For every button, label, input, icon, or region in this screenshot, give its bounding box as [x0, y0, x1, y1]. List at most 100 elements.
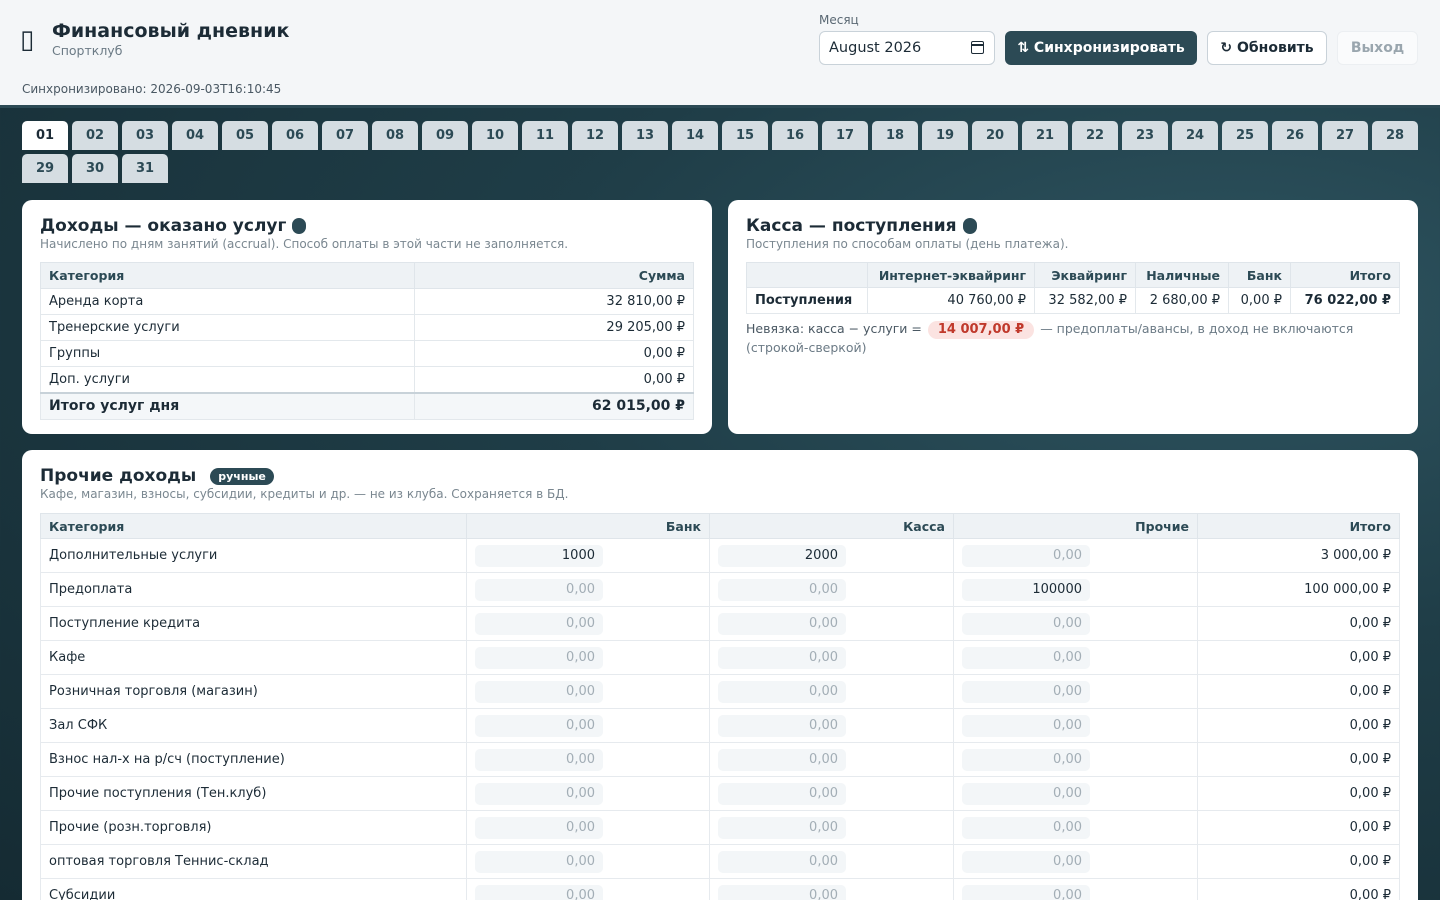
value-cell: 2 680,00 ₽	[1135, 287, 1229, 314]
month-picker[interactable]: August 2026	[819, 31, 995, 65]
col-cash: Наличные	[1135, 262, 1229, 288]
col-blank	[746, 262, 868, 288]
cash-amount-input[interactable]: 0,00	[718, 884, 846, 900]
bank-amount-input[interactable]: 0,00	[475, 680, 603, 703]
cash-amount-input[interactable]: 0,00	[718, 646, 846, 669]
tab-day-29[interactable]: 29	[22, 154, 68, 183]
other-amount-input[interactable]: 100000	[962, 578, 1090, 601]
services-title: Доходы — оказано услуг	[40, 216, 307, 236]
tab-day-14[interactable]: 14	[672, 121, 718, 150]
tab-day-02[interactable]: 02	[72, 121, 118, 150]
other-amount-input[interactable]: 0,00	[962, 714, 1090, 737]
tab-day-15[interactable]: 15	[722, 121, 768, 150]
tab-day-13[interactable]: 13	[622, 121, 668, 150]
tab-day-31[interactable]: 31	[122, 154, 168, 183]
refresh-button[interactable]: ↻ Обновить	[1207, 31, 1327, 65]
cash-input-cell: 0,00	[709, 878, 954, 900]
tab-day-12[interactable]: 12	[572, 121, 618, 150]
tab-day-19[interactable]: 19	[922, 121, 968, 150]
cash-amount-input[interactable]: 0,00	[718, 850, 846, 873]
cash-amount-input[interactable]: 0,00	[718, 714, 846, 737]
tab-day-20[interactable]: 20	[972, 121, 1018, 150]
tab-day-22[interactable]: 22	[1072, 121, 1118, 150]
tab-day-17[interactable]: 17	[822, 121, 868, 150]
cash-amount-input[interactable]: 0,00	[718, 782, 846, 805]
sum-cell: 32 810,00 ₽	[414, 288, 694, 315]
services-card: Доходы — оказано услуг Начислено по дням…	[22, 200, 712, 434]
bank-amount-input[interactable]: 0,00	[475, 646, 603, 669]
col-total: Итого	[1197, 513, 1400, 539]
bank-input-cell: 0,00	[466, 742, 710, 777]
col-other: Прочие	[953, 513, 1198, 539]
bank-amount-input[interactable]: 0,00	[475, 748, 603, 771]
tab-day-28[interactable]: 28	[1372, 121, 1418, 150]
cash-amount-input[interactable]: 0,00	[718, 578, 846, 601]
tab-day-25[interactable]: 25	[1222, 121, 1268, 150]
category-cell: Тренерские услуги	[40, 314, 415, 341]
cash-amount-input[interactable]: 0,00	[718, 816, 846, 839]
tab-day-08[interactable]: 08	[372, 121, 418, 150]
other-amount-input[interactable]: 0,00	[962, 612, 1090, 635]
cash-title-text: Касса — поступления	[746, 216, 957, 236]
other-input-cell: 0,00	[953, 538, 1198, 573]
tab-day-04[interactable]: 04	[172, 121, 218, 150]
tab-day-09[interactable]: 09	[422, 121, 468, 150]
cash-amount-input[interactable]: 0,00	[718, 748, 846, 771]
other-amount-input[interactable]: 0,00	[962, 646, 1090, 669]
bank-amount-input[interactable]: 0,00	[475, 884, 603, 900]
table-row: Предоплата 0,00 0,00 100000 100 000,00 ₽	[40, 572, 1400, 607]
tab-day-11[interactable]: 11	[522, 121, 568, 150]
table-row: Прочие (розн.торговля) 0,00 0,00 0,00 0,00 ₽	[40, 810, 1400, 845]
bank-amount-input[interactable]: 0,00	[475, 578, 603, 601]
bank-amount-input[interactable]: 0,00	[475, 714, 603, 737]
calendar-icon[interactable]	[971, 41, 984, 54]
tab-day-27[interactable]: 27	[1322, 121, 1368, 150]
tab-day-06[interactable]: 06	[272, 121, 318, 150]
col-category: Категория	[40, 262, 415, 289]
tab-day-24[interactable]: 24	[1172, 121, 1218, 150]
sync-button[interactable]: ⇅ Синхронизировать	[1005, 31, 1197, 65]
tab-day-10[interactable]: 10	[472, 121, 518, 150]
bank-amount-input[interactable]: 0,00	[475, 816, 603, 839]
tab-day-07[interactable]: 07	[322, 121, 368, 150]
cash-amount-input[interactable]: 0,00	[718, 612, 846, 635]
other-amount-input[interactable]: 0,00	[962, 816, 1090, 839]
bank-amount-input[interactable]: 0,00	[475, 782, 603, 805]
other-amount-input[interactable]: 0,00	[962, 782, 1090, 805]
logout-button[interactable]: Выход	[1337, 31, 1418, 65]
cash-title: Касса — поступления	[746, 216, 977, 236]
cash-input-cell: 2000	[709, 538, 954, 573]
info-icon[interactable]	[292, 218, 307, 234]
other-amount-input[interactable]: 0,00	[962, 748, 1090, 771]
cash-amount-input[interactable]: 0,00	[718, 680, 846, 703]
tab-day-26[interactable]: 26	[1272, 121, 1318, 150]
tab-day-16[interactable]: 16	[772, 121, 818, 150]
category-cell: Аренда корта	[40, 288, 415, 315]
other-amount-input[interactable]: 0,00	[962, 680, 1090, 703]
tab-day-03[interactable]: 03	[122, 121, 168, 150]
cash-input-cell: 0,00	[709, 776, 954, 811]
bank-amount-input[interactable]: 1000	[475, 544, 603, 567]
bank-amount-input[interactable]: 0,00	[475, 850, 603, 873]
col-bank: Банк	[1228, 262, 1291, 288]
tab-day-23[interactable]: 23	[1122, 121, 1168, 150]
tab-day-18[interactable]: 18	[872, 121, 918, 150]
bank-amount-input[interactable]: 0,00	[475, 612, 603, 635]
other-input-cell: 0,00	[953, 810, 1198, 845]
col-bank: Банк	[466, 513, 710, 539]
tab-day-30[interactable]: 30	[72, 154, 118, 183]
app-title: Финансовый дневник	[52, 20, 290, 42]
other-amount-input[interactable]: 0,00	[962, 850, 1090, 873]
cash-input-cell: 0,00	[709, 810, 954, 845]
info-icon[interactable]	[962, 218, 977, 234]
category-cell: Дополнительные услуги	[40, 538, 467, 573]
other-amount-input[interactable]: 0,00	[962, 544, 1090, 567]
tab-day-05[interactable]: 05	[222, 121, 268, 150]
col-cash: Касса	[709, 513, 954, 539]
cash-amount-input[interactable]: 2000	[718, 544, 846, 567]
tab-day-21[interactable]: 21	[1022, 121, 1068, 150]
value-cell: 40 760,00 ₽	[867, 287, 1035, 314]
category-cell: оптовая торговля Теннис-склад	[40, 844, 467, 879]
other-amount-input[interactable]: 0,00	[962, 884, 1090, 900]
tab-day-01[interactable]: 01	[22, 121, 68, 150]
